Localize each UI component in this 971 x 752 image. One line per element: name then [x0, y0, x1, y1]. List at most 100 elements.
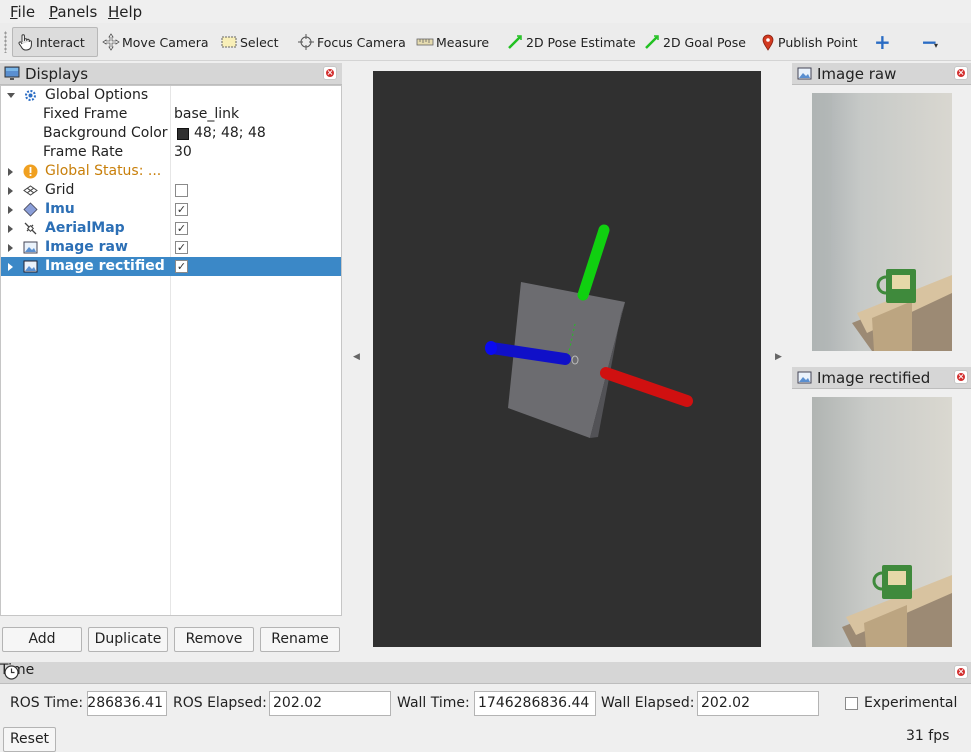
aerialmap-label: AerialMap: [45, 220, 125, 236]
grid-checkbox[interactable]: [175, 184, 188, 197]
close-displays-icon[interactable]: ×: [323, 66, 337, 80]
tree-row-global-options[interactable]: Global Options: [1, 86, 341, 105]
background-color-label: Background Color: [43, 125, 168, 141]
tree-row-grid[interactable]: Grid: [1, 181, 341, 200]
publish-point-label: Publish Point: [778, 34, 858, 50]
green-arrow-icon: [645, 35, 659, 49]
global-options-label: Global Options: [45, 87, 149, 103]
tree-row-background-color[interactable]: Background Color 48; 48; 48: [1, 124, 341, 143]
image-icon: [797, 67, 812, 80]
select-label: Select: [240, 34, 279, 50]
wall-time-field[interactable]: 1746286836.44: [474, 691, 596, 716]
image-icon: [23, 241, 38, 254]
crosshair-icon: [298, 34, 314, 50]
time-panel-header[interactable]: Time ×: [0, 662, 971, 684]
add-tool-button[interactable]: +: [871, 27, 894, 57]
image-raw-checkbox[interactable]: ✓: [175, 241, 188, 254]
tree-row-image-raw[interactable]: Image raw ✓: [1, 238, 341, 257]
toolbar-grip[interactable]: [4, 31, 7, 53]
menu-panels[interactable]: Panels: [49, 3, 97, 21]
close-image-rectified-icon[interactable]: ×: [954, 370, 968, 384]
interact-tool-button[interactable]: Interact: [12, 27, 98, 57]
image-raw-view[interactable]: [812, 93, 952, 351]
reset-button[interactable]: Reset: [3, 727, 56, 752]
expand-arrow-icon[interactable]: [8, 244, 13, 252]
render-viewport[interactable]: [373, 71, 761, 647]
pose-estimate-label: 2D Pose Estimate: [526, 34, 636, 50]
ros-time-label: ROS Time:: [10, 695, 84, 711]
menu-file[interactable]: File: [10, 3, 35, 21]
rename-display-button[interactable]: Rename: [260, 627, 340, 652]
ros-elapsed-field[interactable]: 202.02: [269, 691, 391, 716]
tree-row-imu[interactable]: Imu ✓: [1, 200, 341, 219]
focus-camera-label: Focus Camera: [317, 34, 406, 50]
wall-elapsed-field[interactable]: 202.02: [697, 691, 819, 716]
gear-icon: [25, 90, 36, 101]
tree-row-frame-rate[interactable]: Frame Rate 30: [1, 143, 341, 162]
goal-pose-tool-button[interactable]: 2D Goal Pose: [640, 27, 749, 57]
hand-pointer-icon: [18, 34, 32, 51]
goal-pose-label: 2D Goal Pose: [663, 34, 746, 50]
experimental-checkbox[interactable]: [845, 697, 858, 710]
grid-icon: [23, 185, 38, 196]
green-arrow-icon: [508, 35, 522, 49]
pose-estimate-tool-button[interactable]: 2D Pose Estimate: [503, 27, 639, 57]
image-rectified-panel-header[interactable]: Image rectified ×: [792, 367, 971, 389]
move-arrows-icon: [102, 33, 120, 51]
map-pin-icon: [762, 34, 774, 51]
color-swatch[interactable]: [177, 128, 189, 140]
right-splitter-arrow-icon[interactable]: ▶: [775, 352, 782, 362]
frame-rate-value[interactable]: 30: [174, 143, 192, 162]
dropdown-arrow-icon: ▾: [934, 41, 939, 50]
tree-row-global-status[interactable]: Global Status: ...: [1, 162, 341, 181]
expand-arrow-icon[interactable]: [8, 225, 13, 233]
image-icon: [23, 260, 38, 273]
toolbar: Interact Move Camera Select Focus Camera…: [0, 23, 971, 61]
tree-row-fixed-frame[interactable]: Fixed Frame base_link: [1, 105, 341, 124]
measure-tool-button[interactable]: Measure: [413, 27, 492, 57]
remove-tool-button[interactable]: − ▾: [918, 27, 941, 57]
expand-arrow-icon[interactable]: [8, 263, 13, 271]
select-tool-button[interactable]: Select: [217, 27, 282, 57]
focus-camera-tool-button[interactable]: Focus Camera: [294, 27, 409, 57]
x-axis-rod: [600, 367, 693, 407]
expand-arrow-icon[interactable]: [8, 187, 13, 195]
fixed-frame-value[interactable]: base_link: [174, 105, 239, 124]
move-camera-tool-button[interactable]: Move Camera: [99, 27, 212, 57]
wall-elapsed-label: Wall Elapsed:: [601, 695, 695, 711]
left-splitter-arrow-icon[interactable]: ◀: [353, 352, 360, 362]
y-axis-rod: [577, 224, 610, 301]
wall-time-label: Wall Time:: [397, 695, 470, 711]
close-time-icon[interactable]: ×: [954, 665, 968, 679]
clock-icon: [4, 665, 19, 680]
imu-checkbox[interactable]: ✓: [175, 203, 188, 216]
menu-help[interactable]: Help: [108, 3, 142, 21]
publish-point-tool-button[interactable]: Publish Point: [757, 27, 861, 57]
close-image-raw-icon[interactable]: ×: [954, 66, 968, 80]
remove-display-button[interactable]: Remove: [174, 627, 254, 652]
imu-label: Imu: [45, 201, 75, 217]
camera-image-raw: [812, 93, 952, 351]
viewport-scene: [485, 224, 693, 438]
measure-label: Measure: [436, 34, 490, 50]
menubar: File Panels Help: [0, 0, 971, 23]
duplicate-display-button[interactable]: Duplicate: [88, 627, 168, 652]
tree-row-image-rectified[interactable]: Image rectified ✓: [1, 257, 341, 276]
image-raw-panel-header[interactable]: Image raw ×: [792, 63, 971, 85]
expand-arrow-icon[interactable]: [8, 168, 13, 176]
background-color-value[interactable]: 48; 48; 48: [194, 124, 266, 143]
z-axis-cap: [485, 341, 497, 355]
image-rectified-view[interactable]: [812, 397, 952, 647]
expand-arrow-icon[interactable]: [8, 206, 13, 214]
ros-time-field[interactable]: 1746286836.41: [87, 691, 167, 716]
displays-panel-header[interactable]: Displays ×: [0, 63, 342, 85]
image-raw-label: Image raw: [45, 239, 128, 255]
aerialmap-checkbox[interactable]: ✓: [175, 222, 188, 235]
interact-label: Interact: [36, 34, 85, 50]
image-rectified-checkbox[interactable]: ✓: [175, 260, 188, 273]
move-camera-label: Move Camera: [122, 34, 209, 50]
tree-row-aerialmap[interactable]: AerialMap ✓: [1, 219, 341, 238]
collapse-arrow-icon[interactable]: [7, 93, 15, 98]
add-display-button[interactable]: Add: [2, 627, 82, 652]
experimental-label: Experimental: [864, 695, 958, 711]
